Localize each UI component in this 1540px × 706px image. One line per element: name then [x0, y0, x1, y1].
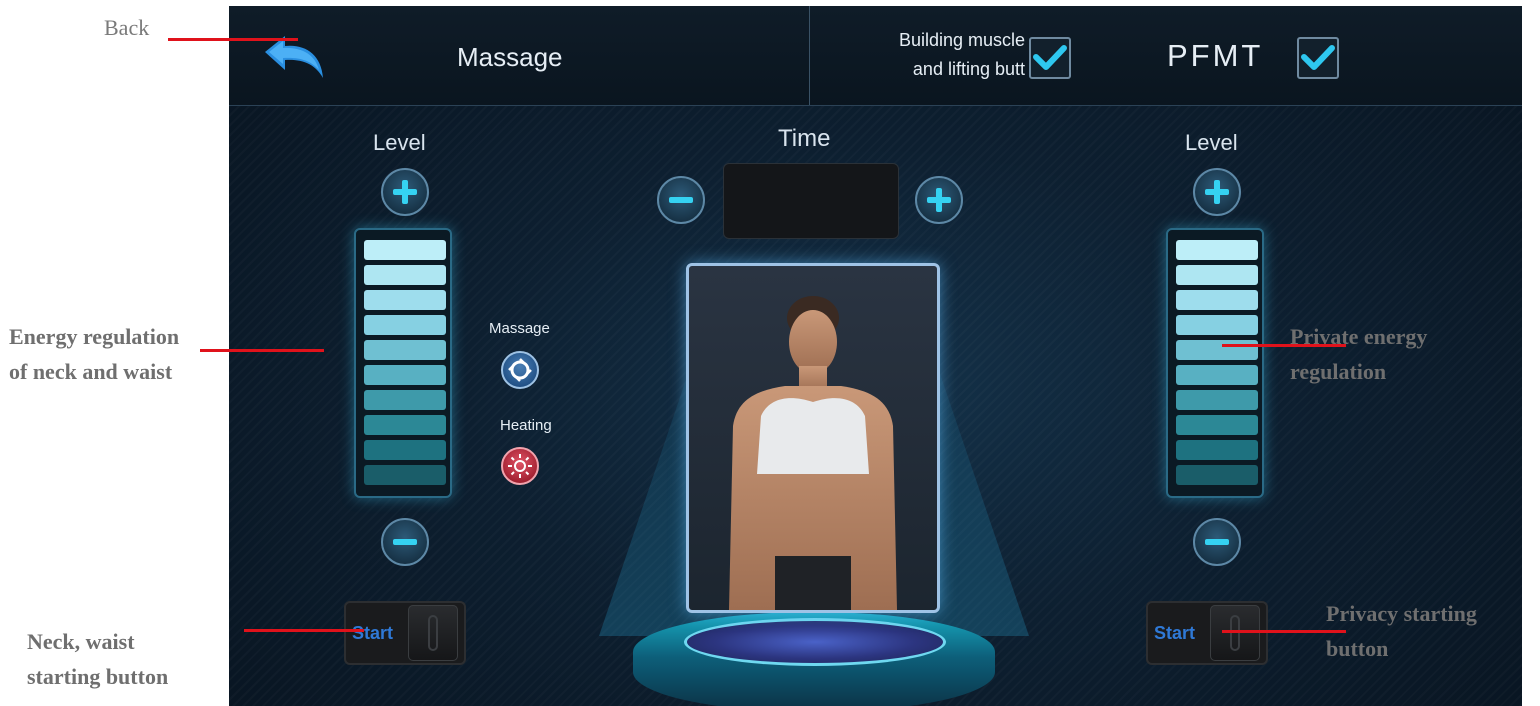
annotation-line2: starting button [27, 664, 169, 689]
option-building-muscle-line2: and lifting butt [912, 59, 1025, 79]
level-segment [364, 390, 446, 410]
annotation-neck-waist-energy: Energy regulation of neck and waist [9, 319, 249, 389]
annotation-line2: button [1326, 636, 1389, 661]
annotation-line-back [168, 38, 298, 41]
level-segment [364, 415, 446, 435]
annotation-line1: Private energy [1290, 324, 1428, 349]
massage-label: Massage [489, 320, 550, 337]
annotation-line-neck-start [244, 629, 364, 632]
level-segment [1176, 340, 1258, 360]
level-segment [1176, 415, 1258, 435]
model-photo [729, 296, 897, 610]
option-building-muscle-label: Building muscle and lifting butt [841, 26, 1025, 84]
heating-button[interactable] [501, 447, 539, 485]
annotation-privacy-start: Privacy starting button [1326, 596, 1536, 666]
massage-icon [508, 358, 532, 382]
level-segment [364, 265, 446, 285]
plus-icon [927, 188, 951, 212]
minus-icon [393, 539, 417, 545]
toggle-switch-knob [1210, 605, 1260, 661]
massage-button[interactable] [501, 351, 539, 389]
annotation-line1: Neck, waist [27, 629, 135, 654]
sun-icon [508, 454, 532, 478]
plus-icon [1205, 180, 1229, 204]
level-segment [1176, 315, 1258, 335]
check-icon [1033, 45, 1067, 70]
right-level-label: Level [1185, 130, 1238, 155]
annotation-line-private [1222, 344, 1346, 347]
level-segment [1176, 290, 1258, 310]
level-segment [1176, 465, 1258, 485]
level-segment [1176, 365, 1258, 385]
pfmt-checkbox[interactable] [1297, 37, 1339, 79]
plus-icon [393, 180, 417, 204]
level-segment [364, 340, 446, 360]
level-segment [364, 315, 446, 335]
time-plus-button[interactable] [915, 176, 963, 224]
level-segment [1176, 265, 1258, 285]
time-label: Time [778, 125, 831, 152]
annotation-private-energy: Private energy regulation [1290, 319, 1510, 389]
annotation-line2: of neck and waist [9, 359, 173, 384]
model-photo-frame [686, 263, 940, 613]
right-level-minus-button[interactable] [1193, 518, 1241, 566]
start-label: Start [352, 623, 394, 643]
annotation-line-neck-waist [200, 349, 324, 352]
level-segment [364, 465, 446, 485]
level-segment [364, 440, 446, 460]
mode-title: Massage [457, 42, 563, 72]
minus-icon [669, 197, 693, 203]
left-level-minus-button[interactable] [381, 518, 429, 566]
left-level-label: Level [373, 130, 426, 155]
level-segment [1176, 390, 1258, 410]
platform-disc [684, 618, 946, 666]
time-minus-button[interactable] [657, 176, 705, 224]
annotation-line2: regulation [1290, 359, 1387, 384]
check-icon [1301, 45, 1335, 70]
minus-icon [1205, 539, 1229, 545]
left-level-meter [354, 228, 452, 498]
building-muscle-checkbox[interactable] [1029, 37, 1071, 79]
top-bar: Massage Building muscle and lifting butt… [229, 6, 1522, 106]
level-segment [364, 290, 446, 310]
right-level-plus-button[interactable] [1193, 168, 1241, 216]
option-building-muscle-line1: Building muscle [898, 30, 1025, 50]
pfmt-label: PFMT [1167, 38, 1264, 73]
annotation-line-privacy-start [1222, 630, 1346, 633]
level-segment [364, 240, 446, 260]
toggle-switch-knob [408, 605, 458, 661]
annotation-neck-waist-start: Neck, waist starting button [27, 624, 237, 694]
heating-label: Heating [500, 417, 552, 434]
start-label: Start [1154, 623, 1196, 643]
level-segment [364, 365, 446, 385]
left-level-plus-button[interactable] [381, 168, 429, 216]
level-segment [1176, 440, 1258, 460]
annotation-back: Back [104, 15, 150, 40]
annotation-line1: Privacy starting [1326, 601, 1477, 626]
neck-waist-start-button[interactable]: Start [344, 601, 466, 665]
right-level-meter [1166, 228, 1264, 498]
level-segment [1176, 240, 1258, 260]
time-display [723, 163, 899, 239]
privacy-start-button[interactable]: Start [1146, 601, 1268, 665]
header-divider [809, 6, 810, 105]
